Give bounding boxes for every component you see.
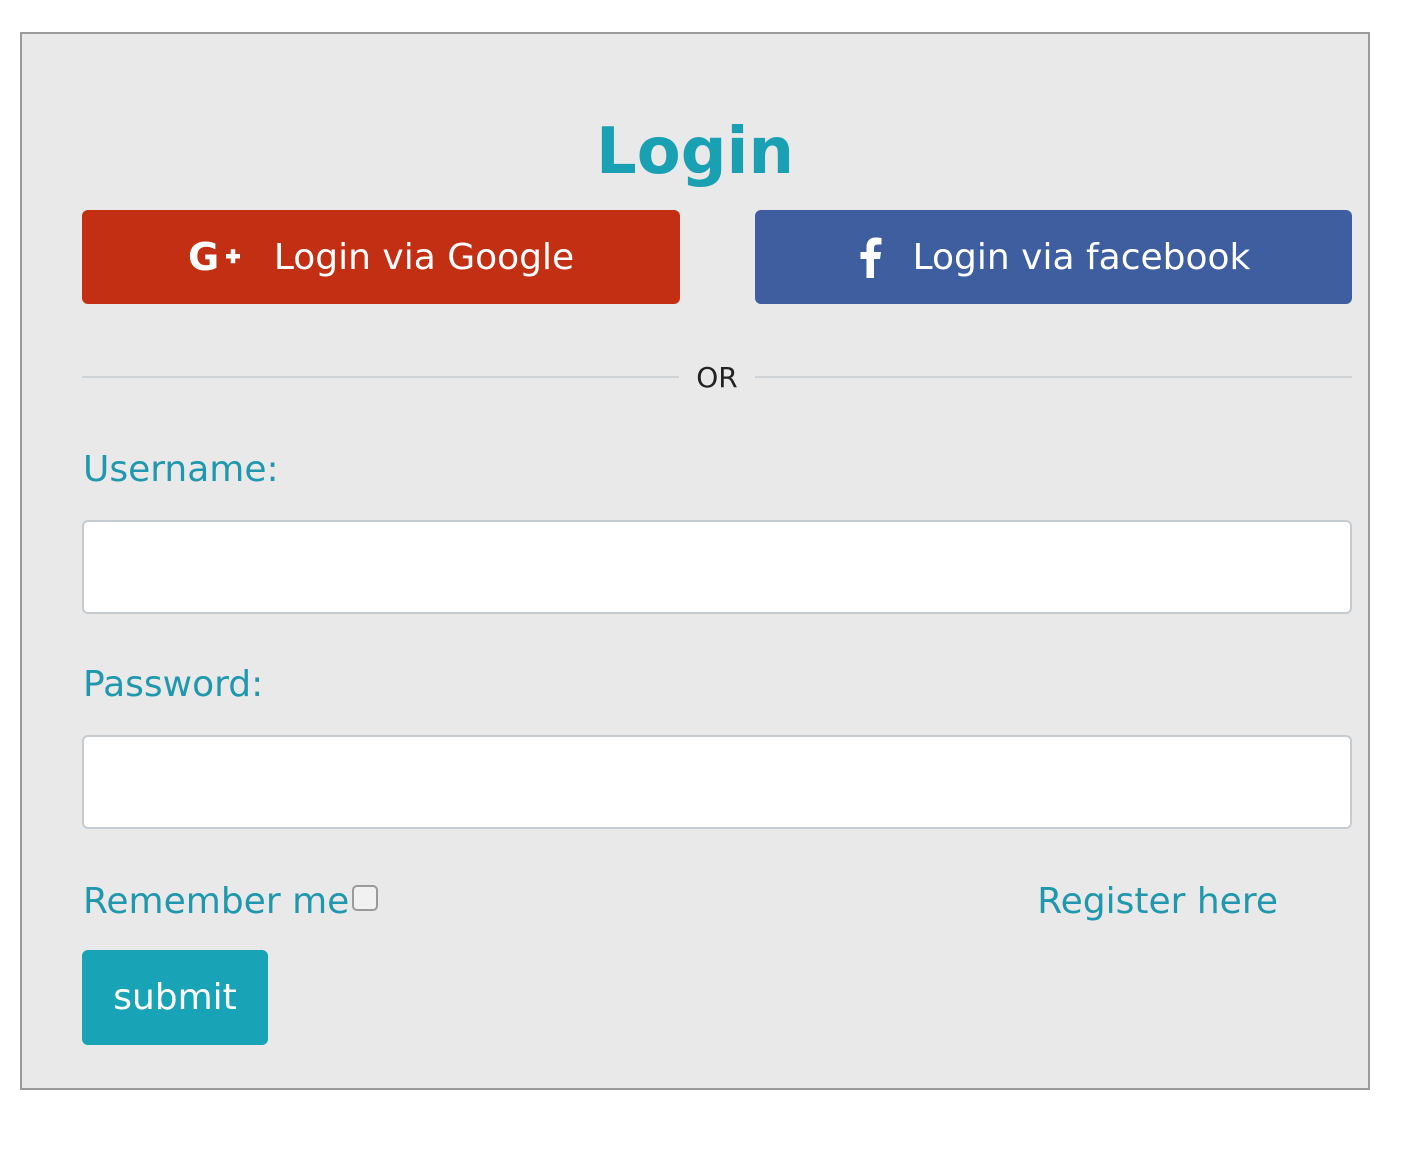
- remember-me-checkbox[interactable]: [352, 885, 378, 911]
- submit-button-label: submit: [113, 977, 237, 1018]
- svg-text:G: G: [188, 237, 219, 277]
- submit-button[interactable]: submit: [82, 950, 268, 1045]
- facebook-icon: [857, 236, 883, 278]
- login-facebook-label: Login via facebook: [912, 236, 1251, 278]
- google-plus-icon: G: [188, 237, 244, 277]
- remember-me-label: Remember me: [83, 881, 350, 922]
- password-input[interactable]: [82, 735, 1352, 829]
- password-label: Password:: [83, 664, 264, 705]
- divider-left: [82, 376, 679, 378]
- page-title: Login: [595, 115, 795, 189]
- login-google-button[interactable]: G Login via Google: [82, 210, 680, 304]
- login-facebook-button[interactable]: Login via facebook: [755, 210, 1352, 304]
- login-google-label: Login via Google: [273, 236, 575, 278]
- register-link[interactable]: Register here: [1037, 880, 1278, 924]
- divider-right: [755, 376, 1352, 378]
- divider-or-text: OR: [696, 361, 738, 394]
- username-label: Username:: [83, 449, 279, 490]
- login-card: Login G Login via Google Login via faceb…: [20, 32, 1370, 1090]
- username-input[interactable]: [82, 520, 1352, 614]
